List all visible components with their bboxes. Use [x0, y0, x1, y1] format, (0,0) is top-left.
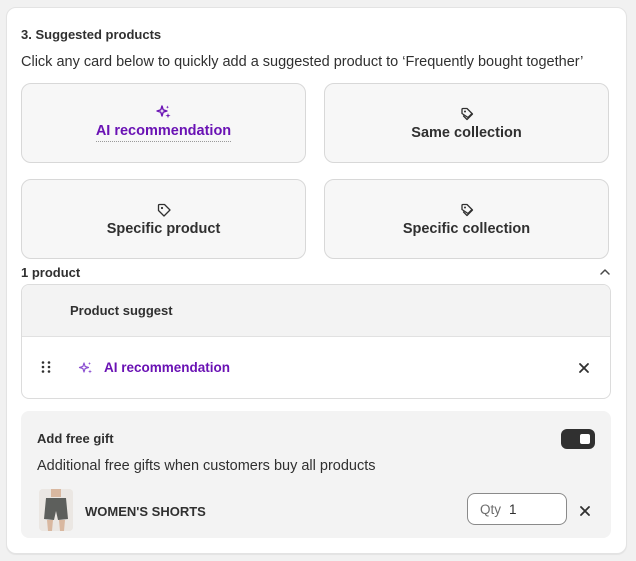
chevron-up-icon[interactable]	[597, 264, 613, 280]
free-gift-toggle[interactable]	[561, 429, 595, 449]
ai-recommendation-card[interactable]: AI recommendation	[21, 83, 306, 163]
section-description: Click any card below to quickly add a su…	[21, 54, 584, 70]
product-suggest-header: Product suggest	[22, 285, 610, 337]
card-label: Same collection	[411, 124, 522, 141]
suggest-row-label[interactable]: AI recommendation	[104, 360, 230, 375]
qty-input[interactable]	[509, 501, 550, 517]
product-count: 1 product	[21, 265, 81, 280]
card-label: AI recommendation	[95, 123, 232, 142]
close-icon[interactable]	[579, 505, 591, 517]
drag-handle-icon[interactable]	[40, 360, 52, 374]
same-collection-card[interactable]: Same collection	[324, 83, 609, 163]
qty-label: Qty	[480, 501, 502, 517]
product-suggest-table: Product suggest AI recommendation	[21, 284, 611, 399]
toggle-knob	[580, 434, 590, 444]
tags-icon	[460, 107, 473, 120]
gift-product-name: WOMEN'S SHORTS	[85, 504, 206, 519]
suggested-products-panel: 3. Suggested products Click any card bel…	[6, 7, 627, 554]
card-label: Specific product	[106, 220, 221, 237]
product-suggest-header-label: Product suggest	[70, 303, 173, 318]
free-gift-title: Add free gift	[37, 431, 114, 446]
product-thumbnail	[39, 489, 73, 531]
free-gift-section: Add free gift Additional free gifts when…	[21, 411, 611, 538]
sparkle-icon	[78, 362, 92, 374]
specific-product-card[interactable]: Specific product	[21, 179, 306, 259]
specific-collection-card[interactable]: Specific collection	[324, 179, 609, 259]
tags-icon	[460, 203, 473, 216]
quantity-field[interactable]: Qty	[467, 493, 567, 525]
close-icon[interactable]	[578, 362, 590, 374]
sparkle-icon	[155, 105, 171, 119]
free-gift-description: Additional free gifts when customers buy…	[37, 458, 376, 474]
section-title: 3. Suggested products	[21, 27, 162, 42]
product-suggest-row: AI recommendation	[22, 337, 610, 398]
tag-icon	[157, 203, 171, 217]
card-label: Specific collection	[402, 220, 531, 237]
product-count-row: 1 product	[21, 264, 613, 280]
